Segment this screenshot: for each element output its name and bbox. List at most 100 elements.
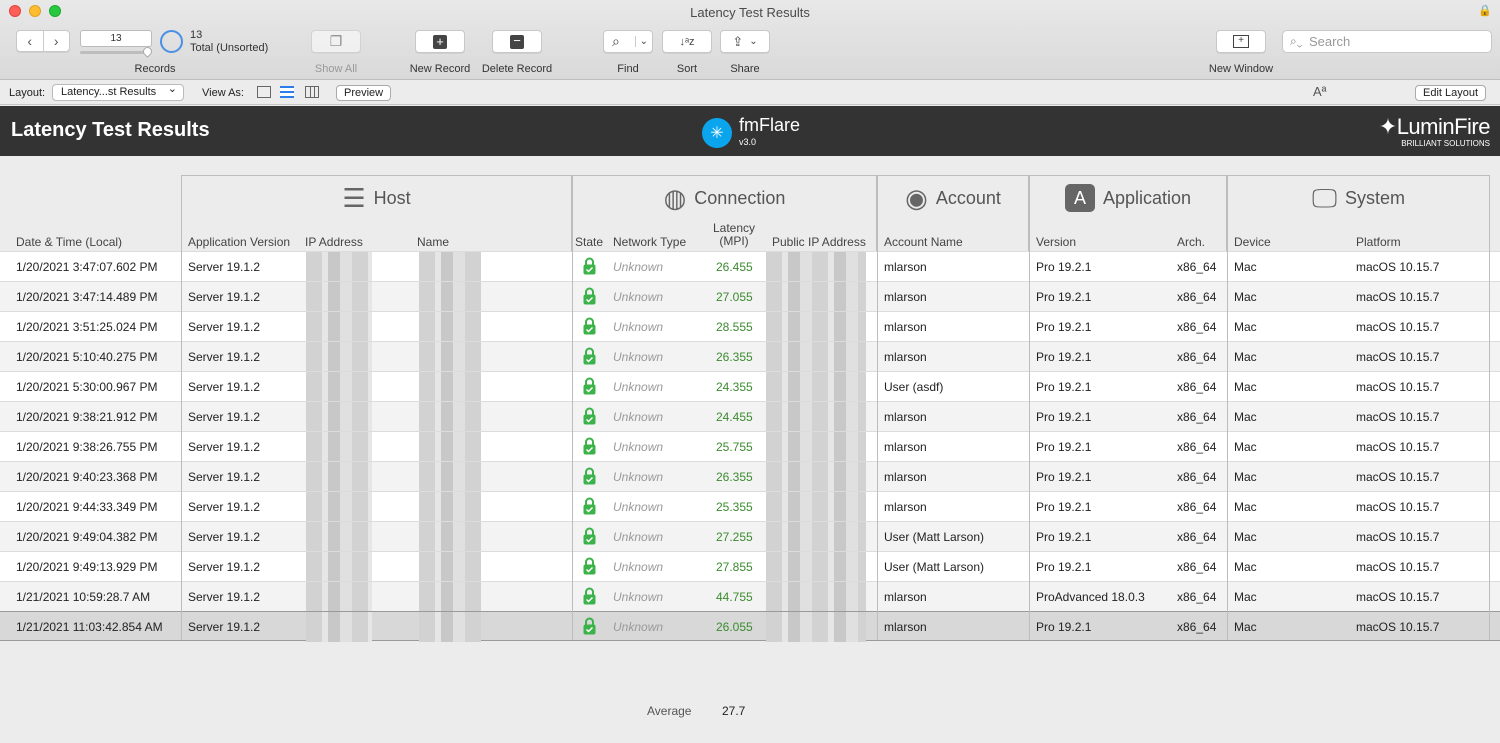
redacted-ip-address [306, 312, 372, 342]
row-network-type: Unknown [613, 320, 664, 334]
row-app-version: Server 19.1.2 [188, 470, 261, 484]
group-account-title: Account [935, 188, 1001, 208]
table-row[interactable]: 1/20/2021 3:47:07.602 PM Server 19.1.2 Unk… [0, 251, 1500, 282]
table-row[interactable]: 1/20/2021 3:47:14.489 PM Server 19.1.2 Unk… [0, 281, 1500, 312]
found-count-number: 13 [190, 29, 203, 41]
redacted-host-name [419, 612, 481, 642]
table-row[interactable]: 1/20/2021 9:38:21.912 PM Server 19.1.2 Unk… [0, 401, 1500, 432]
row-device: Mac [1234, 530, 1257, 544]
column-header-device[interactable]: Device [1234, 235, 1271, 249]
row-account-name: mlarson [884, 440, 927, 454]
fmflare-name: fmFlare [739, 115, 801, 135]
row-latency: 27.855 [716, 560, 753, 574]
column-header-datetime[interactable]: Date & Time (Local) [16, 235, 122, 249]
table-row[interactable]: 1/20/2021 5:10:40.275 PM Server 19.1.2 Unk… [0, 341, 1500, 372]
new-window-label: New Window [1208, 63, 1274, 75]
table-view-icon[interactable] [305, 86, 319, 98]
redacted-ip-address [306, 612, 372, 642]
table-row[interactable]: 1/20/2021 9:38:26.755 PM Server 19.1.2 Unk… [0, 431, 1500, 462]
show-all-button[interactable]: ❐ [311, 30, 361, 53]
row-account-name: mlarson [884, 320, 927, 334]
row-network-type: Unknown [613, 590, 664, 604]
find-button[interactable]: ⌕ ⌄ [603, 30, 653, 53]
row-arch: x86_64 [1177, 290, 1217, 304]
table-row[interactable]: 1/20/2021 9:49:13.929 PM Server 19.1.2 Unk… [0, 551, 1500, 582]
row-platform: macOS 10.15.7 [1356, 380, 1440, 394]
share-menu-chevron-icon[interactable]: ⌄ [749, 36, 757, 47]
preview-button[interactable]: Preview [336, 85, 392, 101]
delete-record-button[interactable]: − [492, 30, 542, 53]
column-divider [877, 175, 878, 640]
column-header-app-version[interactable]: Application Version [188, 235, 290, 249]
form-view-icon[interactable] [257, 86, 271, 98]
row-account-name: mlarson [884, 260, 927, 274]
column-header-platform[interactable]: Platform [1356, 235, 1401, 249]
column-header-version[interactable]: Version [1036, 235, 1076, 249]
share-label: Share [730, 63, 760, 75]
row-app-version: Server 19.1.2 [188, 260, 261, 274]
column-header-ip[interactable]: IP Address [305, 235, 363, 249]
group-application-title: Application [1102, 188, 1192, 208]
column-header-state[interactable]: State [575, 235, 603, 249]
average-label: Average [647, 704, 692, 718]
find-menu-chevron-icon[interactable]: ⌄ [634, 36, 648, 47]
secure-state-lock-icon [583, 407, 596, 425]
new-record-button[interactable]: + [415, 30, 465, 53]
row-arch: x86_64 [1177, 500, 1217, 514]
record-slider[interactable] [80, 51, 150, 54]
list-view-icon[interactable] [280, 86, 294, 98]
text-format-icon[interactable]: Aª [1313, 84, 1326, 99]
sort-button[interactable]: ↓ᵃz [662, 30, 712, 53]
row-datetime: 1/21/2021 11:03:42.854 AM [16, 620, 163, 634]
table-row[interactable]: 1/20/2021 3:51:25.024 PM Server 19.1.2 Unk… [0, 311, 1500, 342]
table-row[interactable]: 1/20/2021 9:40:23.368 PM Server 19.1.2 Unk… [0, 461, 1500, 492]
table-row[interactable]: 1/20/2021 5:30:00.967 PM Server 19.1.2 Unk… [0, 371, 1500, 402]
plus-icon: + [433, 34, 447, 49]
previous-record-button[interactable]: ‹ [17, 31, 44, 51]
row-arch: x86_64 [1177, 560, 1217, 574]
secure-state-lock-icon [583, 557, 596, 575]
edit-layout-button[interactable]: Edit Layout [1415, 85, 1487, 101]
records-label: Records [134, 63, 176, 75]
search-field[interactable]: ⌕⌄ Search [1282, 30, 1492, 53]
row-datetime: 1/20/2021 3:47:07.602 PM [16, 260, 158, 274]
column-header-account-name[interactable]: Account Name [884, 235, 963, 249]
layout-select[interactable]: Latency...st Results [52, 82, 184, 101]
layout-bar: Layout: Latency...st Results View As: Pr… [0, 81, 1500, 105]
row-datetime: 1/20/2021 9:44:33.349 PM [16, 500, 158, 514]
column-header-arch[interactable]: Arch. [1177, 235, 1205, 249]
row-version: Pro 19.2.1 [1036, 290, 1092, 304]
row-app-version: Server 19.1.2 [188, 320, 261, 334]
share-button[interactable]: ⇪ ⌄ [720, 30, 770, 53]
row-account-name: mlarson [884, 590, 927, 604]
current-record-field[interactable]: 13 [80, 30, 152, 47]
row-platform: macOS 10.15.7 [1356, 530, 1440, 544]
record-slider-knob[interactable] [141, 45, 154, 58]
row-datetime: 1/20/2021 9:49:13.929 PM [16, 560, 158, 574]
column-header-name[interactable]: Name [417, 235, 449, 249]
row-version: Pro 19.2.1 [1036, 410, 1092, 424]
row-platform: macOS 10.15.7 [1356, 290, 1440, 304]
redacted-public-ip [766, 432, 866, 462]
table-row[interactable]: 1/21/2021 10:59:28.7 AM Server 19.1.2 Unkn… [0, 581, 1500, 612]
row-platform: macOS 10.15.7 [1356, 560, 1440, 574]
row-network-type: Unknown [613, 440, 664, 454]
row-device: Mac [1234, 470, 1257, 484]
group-system-title: System [1345, 188, 1406, 208]
table-row[interactable]: 1/21/2021 11:03:42.854 AM Server 19.1.2 Un… [0, 611, 1500, 642]
row-network-type: Unknown [613, 350, 664, 364]
next-record-button[interactable]: › [44, 31, 70, 51]
row-latency: 26.055 [716, 620, 753, 634]
row-platform: macOS 10.15.7 [1356, 470, 1440, 484]
row-arch: x86_64 [1177, 320, 1217, 334]
column-header-network-type[interactable]: Network Type [613, 235, 686, 249]
table-row[interactable]: 1/20/2021 9:44:33.349 PM Server 19.1.2 Unk… [0, 491, 1500, 522]
show-all-icon: ❐ [329, 33, 343, 49]
row-datetime: 1/20/2021 9:40:23.368 PM [16, 470, 158, 484]
redacted-host-name [419, 342, 481, 372]
row-arch: x86_64 [1177, 350, 1217, 364]
table-row[interactable]: 1/20/2021 9:49:04.382 PM Server 19.1.2 Unk… [0, 521, 1500, 552]
new-window-button[interactable]: + [1216, 30, 1266, 53]
column-header-public-ip[interactable]: Public IP Address [772, 235, 866, 249]
column-header-latency[interactable]: Latency (MPI) [706, 222, 762, 248]
